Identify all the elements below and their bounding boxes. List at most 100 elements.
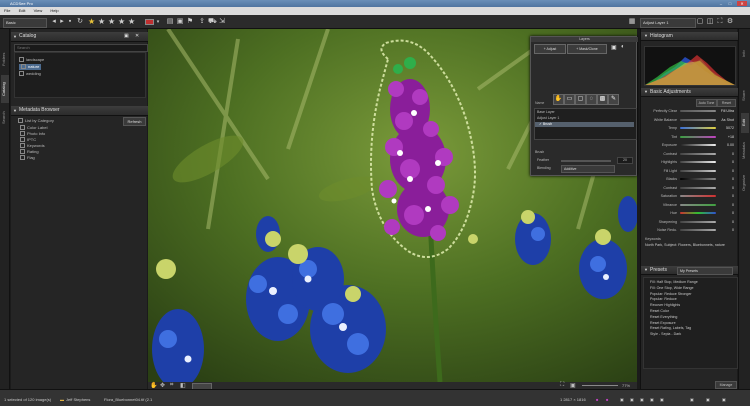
catalog-item[interactable]: wedding	[19, 71, 41, 77]
collapse-icon[interactable]: ▼	[644, 32, 648, 40]
rating-star-2[interactable]: ★	[98, 18, 105, 26]
adjustment-value[interactable]: 0	[719, 210, 734, 216]
adjustment-slider[interactable]	[680, 203, 716, 206]
add-adjust-layer-button[interactable]: + Adjust	[534, 44, 566, 54]
adjustment-row[interactable]: Perfectly Clear Fill Ultra	[644, 108, 734, 114]
adjustment-row[interactable]: Contrast 0	[644, 185, 734, 191]
fullscreen-icon[interactable]: ⛶	[716, 18, 724, 26]
catalog-close-icon[interactable]: ✕	[135, 32, 139, 41]
adjustment-row[interactable]: Contrast 0	[644, 151, 734, 157]
adjustment-row[interactable]: Hue 0	[644, 210, 734, 216]
adjustment-value[interactable]: 0	[719, 151, 734, 157]
adjustment-value[interactable]: 0	[719, 193, 734, 199]
menu-file[interactable]: File	[4, 8, 10, 13]
metadata-refresh-button[interactable]: Refresh	[123, 117, 146, 126]
adjustment-value[interactable]: As Shot	[719, 117, 734, 123]
tab-organize[interactable]: Organize	[741, 169, 749, 197]
folder-icon[interactable]: ▤	[166, 18, 174, 26]
color-label-dropdown-icon[interactable]: ▾	[154, 18, 162, 26]
adjustment-slider[interactable]	[680, 110, 716, 112]
share-icon[interactable]: ⇪	[198, 18, 206, 26]
catalog-header[interactable]: ▼ Catalog ▣ ✕	[11, 32, 155, 42]
adjustment-slider[interactable]	[680, 169, 716, 172]
adjustment-value[interactable]: 0	[719, 176, 734, 182]
crop-icon[interactable]: ⌗	[170, 382, 173, 389]
adjustment-value[interactable]: 0	[719, 159, 734, 165]
color-label-swatch[interactable]	[145, 19, 154, 25]
rating-star-4[interactable]: ★	[118, 18, 125, 26]
metadata-item[interactable]: List by Category	[18, 118, 54, 124]
zoom-slider[interactable]	[582, 385, 618, 386]
actual-size-icon[interactable]: ▣	[570, 382, 576, 389]
status-icon-8[interactable]: ▣	[722, 397, 726, 402]
collapse-icon[interactable]: ▼	[13, 106, 17, 115]
tab-folders[interactable]: Folders	[1, 47, 9, 71]
adjustment-slider[interactable]	[680, 118, 716, 121]
tab-edit[interactable]: Edit	[741, 113, 749, 133]
status-icon-4[interactable]: ▣	[650, 397, 654, 402]
eraser-tool-icon[interactable]: ▢	[575, 94, 586, 105]
mask-tool-icon[interactable]: ▩	[597, 94, 608, 105]
adjustment-value[interactable]: 5072	[719, 125, 734, 131]
pen-tool-icon[interactable]: ✎	[608, 94, 619, 105]
preset-item[interactable]: Style - Sepia - Dark	[650, 332, 681, 338]
tab-catalog[interactable]: Catalog	[1, 75, 9, 103]
tab-share[interactable]: Share	[741, 85, 749, 107]
settings-icon[interactable]: ⚙	[726, 18, 734, 26]
manage-presets-button[interactable]: Manage	[715, 381, 737, 389]
workspace-dropdown[interactable]: Adjust Layer 1	[640, 18, 696, 28]
color-label-icon[interactable]: ■	[606, 397, 608, 402]
adjustment-slider[interactable]	[680, 220, 716, 223]
auto-tone-button[interactable]: Auto Tone	[696, 99, 717, 107]
adjustment-row[interactable]: Saturation 0	[644, 193, 734, 199]
collapse-icon[interactable]: ▼	[644, 266, 648, 274]
histogram-header[interactable]: ▼ Histogram	[641, 32, 747, 41]
adjustment-row[interactable]: Noise Redu. 0	[644, 227, 734, 233]
zoom-level[interactable]: 77%	[622, 383, 630, 388]
status-icon-6[interactable]: ▣	[690, 397, 694, 402]
layer-options-icon[interactable]: ▣	[611, 44, 617, 51]
adjustment-value[interactable]: 0	[719, 168, 734, 174]
pointer-icon[interactable]: ✥	[160, 382, 165, 389]
adjustment-slider[interactable]	[680, 229, 716, 231]
tab-info[interactable]: Info	[741, 43, 749, 65]
collapse-icon[interactable]: ▼	[13, 32, 17, 41]
minimize-icon[interactable]: –	[718, 1, 724, 6]
rotate-icon[interactable]: ↻	[76, 18, 84, 26]
tab-metadata[interactable]: Metadata	[741, 137, 749, 165]
catalog-item[interactable]: nature	[19, 64, 42, 70]
hand-tool-icon[interactable]: ✋	[553, 94, 564, 105]
status-icon-1[interactable]: ▣	[620, 397, 624, 402]
adjustment-slider[interactable]	[680, 195, 716, 197]
maximize-icon[interactable]: □	[727, 1, 733, 6]
image-icon[interactable]: ▣	[176, 18, 184, 26]
adjustment-slider[interactable]	[680, 178, 716, 180]
feather-slider[interactable]	[561, 160, 611, 162]
feather-value[interactable]: 20	[617, 157, 633, 164]
catalog-add-icon[interactable]: ▣	[124, 32, 129, 41]
adjustment-slider[interactable]	[680, 127, 716, 129]
catalog-item[interactable]: landscape	[19, 57, 44, 63]
adjustment-row[interactable]: Sharpening 0	[644, 219, 734, 225]
color-mode-icon[interactable]: ■	[596, 397, 598, 402]
car-icon[interactable]: ⛟	[208, 18, 217, 26]
adjustment-value[interactable]: 0	[719, 227, 734, 233]
adjustment-slider[interactable]	[680, 152, 716, 155]
adjustment-value[interactable]: 0	[719, 185, 734, 191]
adjustment-row[interactable]: Vibrance 0	[644, 202, 734, 208]
reset-button[interactable]: Reset	[717, 99, 736, 107]
collapse-icon[interactable]: ▼	[644, 88, 648, 96]
clone-tool-icon[interactable]: ◌	[586, 94, 597, 105]
keywords-text[interactable]: North Park, Subject: Flowers, Bluebonnet…	[645, 243, 733, 257]
metadata-item[interactable]: Flag	[20, 155, 35, 161]
layer-delete-icon[interactable]: ◐	[621, 44, 625, 50]
view-split-icon[interactable]: ◫	[706, 18, 714, 26]
adjustment-row[interactable]: Exposure 0.00	[644, 142, 734, 148]
flag-icon[interactable]: ⚑	[186, 18, 194, 26]
adjustment-slider[interactable]	[680, 161, 716, 163]
brush-tool-icon[interactable]: ▭	[564, 94, 575, 105]
adjustment-value[interactable]: Fill Ultra	[719, 108, 734, 114]
fit-icon[interactable]: ⛶	[560, 382, 564, 389]
metadata-browser-header[interactable]: ▼ Metadata Browser	[11, 106, 155, 116]
adjustment-value[interactable]: +18	[719, 134, 734, 140]
